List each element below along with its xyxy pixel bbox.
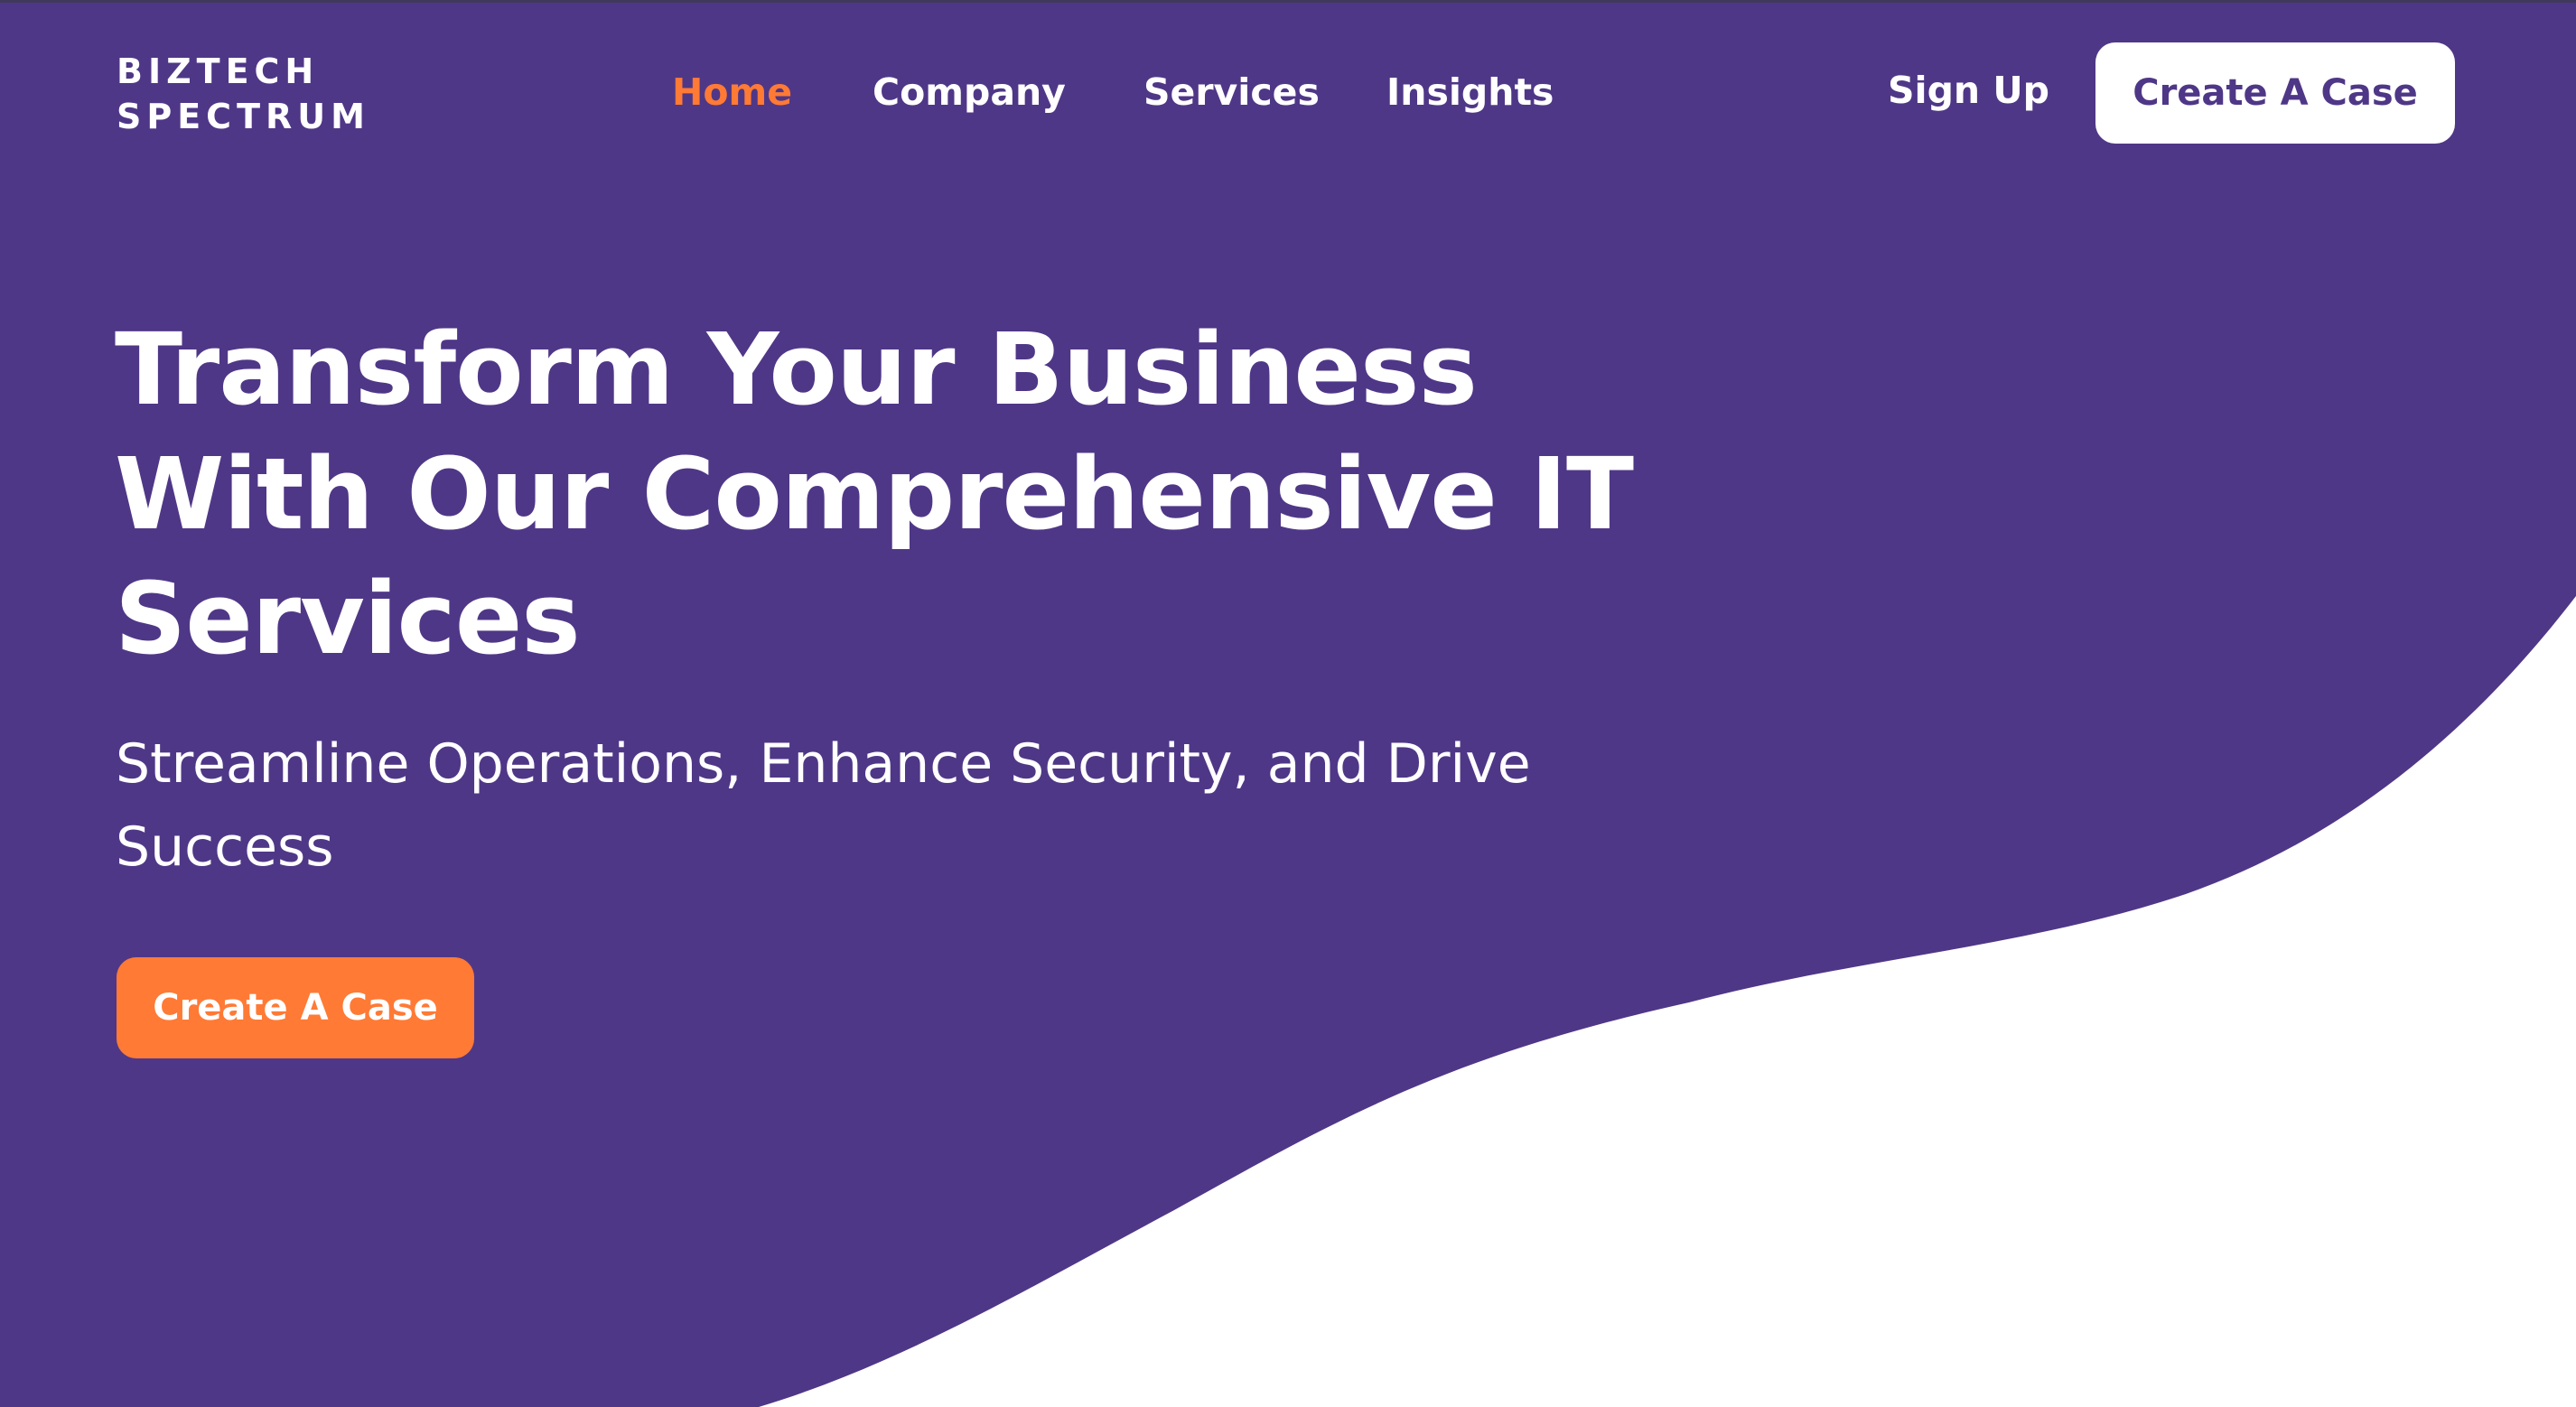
create-case-button-header[interactable]: Create A Case <box>2095 42 2455 144</box>
sign-up-link[interactable]: Sign Up <box>1888 63 2049 117</box>
hero-wave-shape <box>0 0 2576 1407</box>
hero-title: Transform Your Business With Our Compreh… <box>115 307 1759 681</box>
hero-background <box>0 0 2576 1407</box>
hero-title-line-2: With Our Comprehensive IT <box>115 436 1634 552</box>
nav-item-insights[interactable]: Insights <box>1386 65 1554 119</box>
nav-item-home[interactable]: Home <box>672 65 792 119</box>
hero-title-line-3: Services <box>115 561 581 676</box>
hero-title-line-1: Transform Your Business <box>115 312 1478 427</box>
hero-subtitle: Streamline Operations, Enhance Security,… <box>116 732 1531 879</box>
nav-item-company[interactable]: Company <box>873 65 1066 119</box>
create-case-button-hero[interactable]: Create A Case <box>117 957 474 1058</box>
nav-item-services[interactable]: Services <box>1143 65 1320 119</box>
window-top-border <box>0 0 2576 3</box>
